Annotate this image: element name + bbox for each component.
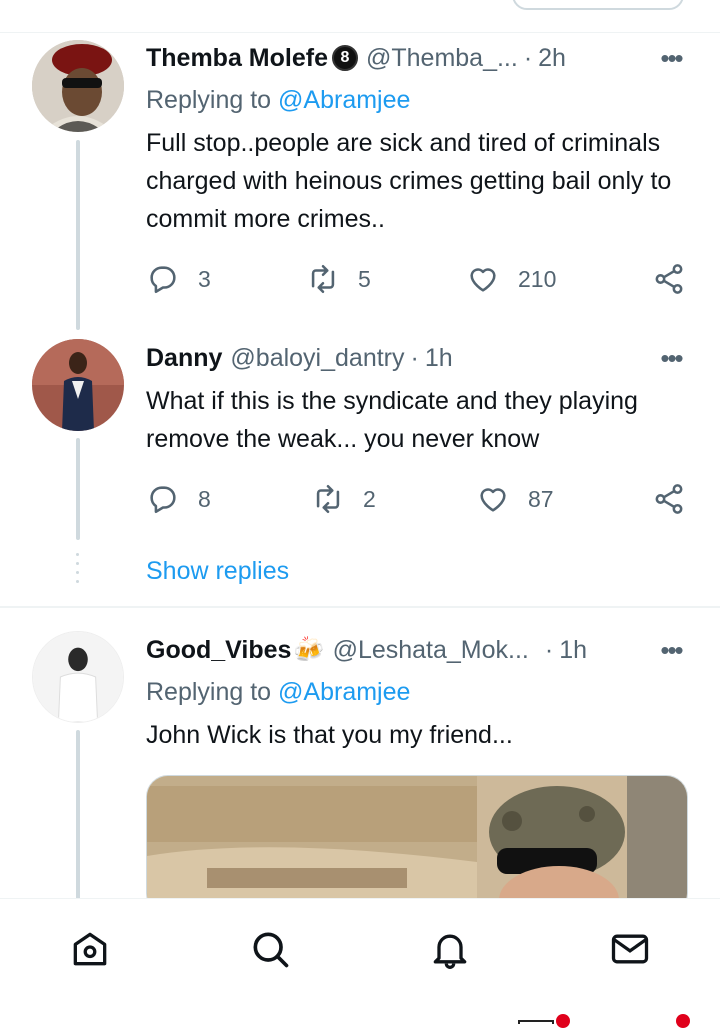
tweet-text: Full stop..people are sick and tired of … (146, 129, 672, 233)
timestamp[interactable]: 2h (538, 44, 566, 73)
display-name[interactable]: Good_Vibes (146, 636, 291, 665)
reply-icon (150, 266, 176, 294)
display-name[interactable]: Danny (146, 344, 222, 373)
more-options-button[interactable]: ••• (654, 341, 688, 375)
reply-count: 3 (198, 265, 211, 292)
share-button[interactable] (652, 479, 686, 519)
tweet-actions: 3 5 210 (146, 259, 686, 299)
retweet-icon (311, 264, 335, 294)
timestamp[interactable]: 1h (425, 344, 453, 373)
reply-count: 8 (198, 485, 211, 512)
retweet-count: 2 (363, 485, 376, 512)
share-icon (655, 484, 683, 514)
display-name[interactable]: Themba Molefe (146, 44, 328, 73)
replying-prefix: Replying to (146, 86, 272, 114)
messages-icon (611, 934, 649, 964)
thread-ellipsis (76, 553, 80, 587)
avatar[interactable] (32, 40, 124, 132)
notification-dot (676, 1014, 690, 1028)
reply-button[interactable]: 3 (146, 259, 211, 299)
mention-link[interactable]: @Abramjee (278, 678, 410, 706)
retweet-icon (316, 484, 340, 514)
system-bar (0, 998, 720, 1028)
like-count: 87 (528, 485, 554, 512)
search-icon (253, 932, 289, 968)
like-button[interactable]: 210 (466, 259, 556, 299)
replying-to: Replying to @Abramjee (146, 86, 410, 115)
separator: · (523, 43, 533, 72)
mention-link[interactable]: @Abramjee (278, 86, 410, 114)
tweet-text: John Wick is that you my friend... (146, 721, 513, 749)
divider (0, 606, 720, 608)
timestamp[interactable]: 1h (559, 636, 587, 665)
nav-home[interactable] (68, 927, 112, 971)
share-button[interactable] (652, 259, 686, 299)
separator: · (410, 343, 419, 372)
reply-button[interactable]: 8 (146, 479, 211, 519)
handle[interactable]: @Leshata_Mok... (333, 636, 529, 665)
thread-line (76, 730, 80, 900)
more-options-button[interactable]: ••• (654, 41, 688, 75)
more-options-button[interactable]: ••• (654, 633, 688, 667)
avatar[interactable] (32, 339, 124, 431)
handle[interactable]: @baloyi_dantry (230, 344, 404, 373)
share-icon (655, 264, 683, 294)
home-icon (73, 932, 107, 966)
thread-line (76, 438, 80, 540)
retweet-button[interactable]: 2 (311, 479, 376, 519)
handle[interactable]: @Themba_... (366, 44, 518, 73)
top-partial-button[interactable] (512, 0, 684, 10)
retweet-count: 5 (358, 265, 371, 292)
tweet-header: Good_Vibes 🍻 @Leshata_Mok... · 1h (146, 633, 587, 667)
replying-prefix: Replying to (146, 678, 272, 706)
heart-icon (480, 488, 506, 512)
eight-ball-badge-icon: 8 (331, 45, 358, 71)
separator: · (544, 635, 554, 664)
divider (0, 32, 720, 33)
tweet-image[interactable] (146, 775, 688, 915)
notification-dot (556, 1014, 570, 1028)
app-icon (518, 1020, 554, 1024)
nav-notifications[interactable] (428, 927, 472, 971)
replying-to: Replying to @Abramjee (146, 678, 410, 707)
nav-messages[interactable] (608, 927, 652, 971)
like-count: 210 (518, 265, 557, 292)
retweet-button[interactable]: 5 (306, 259, 371, 299)
notifications-icon (433, 934, 467, 969)
heart-icon (470, 268, 496, 292)
beer-mugs-icon: 🍻 (293, 635, 325, 664)
like-button[interactable]: 87 (476, 479, 554, 519)
reply-icon (150, 486, 176, 514)
tweet-header: Danny @baloyi_dantry · 1h (146, 341, 453, 375)
tweet-text: What if this is the syndicate and they p… (146, 387, 638, 453)
nav-search[interactable] (248, 927, 292, 971)
show-replies-link[interactable]: Show replies (146, 557, 289, 586)
tweet-actions: 8 2 87 (146, 479, 686, 519)
tweet-header: Themba Molefe 8 @Themba_... · 2h (146, 41, 566, 75)
thread-line (76, 140, 80, 330)
avatar[interactable] (32, 631, 124, 723)
bottom-navigation (0, 898, 720, 1001)
